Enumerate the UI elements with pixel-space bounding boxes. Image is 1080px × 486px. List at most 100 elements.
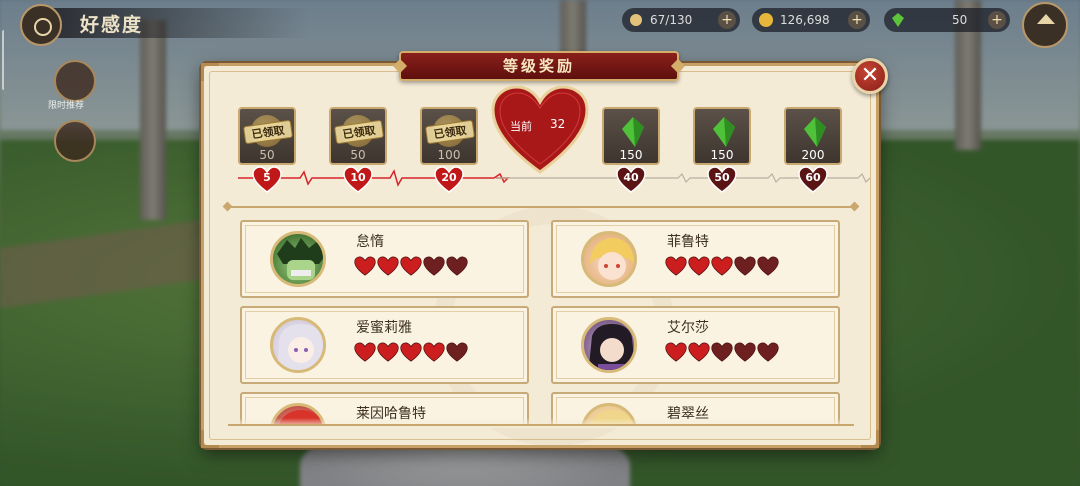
avatar: [270, 317, 326, 373]
gold-value: 126,698: [780, 13, 830, 27]
claimed-stamp: 已领取: [333, 119, 385, 145]
back-button[interactable]: [20, 4, 62, 46]
affection-hearts: [354, 256, 469, 278]
portrait-silver-hair: [277, 324, 323, 370]
affection-hearts: [354, 342, 469, 364]
frame-corner: [201, 63, 219, 81]
character-card[interactable]: 艾尔莎: [551, 306, 840, 384]
character-card[interactable]: 菲鲁特: [551, 220, 840, 298]
reward-slot-5[interactable]: 150: [693, 107, 751, 165]
reward-slot-1[interactable]: 已领取 50: [238, 107, 296, 165]
heart-filled-icon: [688, 256, 710, 276]
affection-hearts: [665, 256, 780, 278]
heart-filled-icon: [377, 256, 399, 276]
heart-filled-icon: [400, 342, 422, 362]
edge-swipe-indicator: [2, 30, 6, 90]
portrait-dark-hair: [588, 324, 634, 370]
level-marker-60: 60: [798, 166, 828, 193]
portrait-blonde-girl: [590, 238, 634, 280]
character-list[interactable]: 怠惰 菲鲁特 爱蜜莉雅 艾尔莎 莱因哈鲁特 碧翠丝: [232, 214, 852, 424]
reward-slot-4[interactable]: 150: [602, 107, 660, 165]
reward-slot-6[interactable]: 200: [784, 107, 842, 165]
claimed-stamp: 已领取: [424, 119, 476, 145]
character-card[interactable]: 爱蜜莉雅: [240, 306, 529, 384]
stamina-counter: 67/130 +: [622, 8, 740, 32]
level-marker-40: 40: [616, 166, 646, 193]
close-button[interactable]: ✕: [852, 58, 888, 94]
add-stamina-button[interactable]: +: [718, 11, 736, 29]
heart-empty-icon: [734, 342, 756, 362]
character-name: 艾尔莎: [667, 320, 709, 336]
event-label: 限时推荐: [48, 101, 85, 111]
heart-filled-icon: [423, 342, 445, 362]
heart-filled-icon: [354, 342, 376, 362]
level-number: 40: [623, 171, 639, 184]
add-crystal-button[interactable]: +: [988, 11, 1006, 29]
reward-amount: 150: [619, 148, 643, 162]
gold-icon: [759, 13, 773, 27]
reward-amount: 150: [710, 148, 734, 162]
heart-filled-icon: [377, 342, 399, 362]
heart-empty-icon: [446, 256, 468, 276]
reward-amount: 200: [801, 148, 825, 162]
green-crystal-icon: [804, 117, 826, 147]
frame-corner: [861, 430, 879, 448]
character-card[interactable]: 怠惰: [240, 220, 529, 298]
heart-empty-icon: [757, 256, 779, 276]
level-number: 20: [441, 171, 457, 184]
event-icon[interactable]: [54, 60, 96, 102]
avatar: [581, 317, 637, 373]
current-label: 当前: [510, 120, 532, 133]
heart-empty-icon: [734, 256, 756, 276]
level-number: 60: [805, 171, 821, 184]
heart-empty-icon: [446, 342, 468, 362]
level-number: 10: [350, 171, 366, 184]
stamina-icon: [630, 14, 642, 26]
reward-amount: 100: [437, 148, 461, 162]
portrait-green-hair: [277, 238, 323, 280]
level-marker-50: 50: [707, 166, 737, 193]
locked-icon[interactable]: [54, 120, 96, 162]
dialog-title: 等级奖励: [399, 51, 679, 81]
current-level-heart: 当前 32: [490, 84, 590, 176]
gold-counter: 126,698 +: [752, 8, 870, 32]
screen-title: 好感度: [80, 14, 144, 36]
green-crystal-icon: [892, 13, 904, 27]
character-name: 爱蜜莉雅: [356, 320, 412, 336]
avatar: [270, 231, 326, 287]
heart-filled-icon: [688, 342, 710, 362]
list-fade: [228, 418, 854, 428]
avatar: [581, 231, 637, 287]
stamina-value: 67/130: [650, 13, 693, 27]
character-name: 菲鲁特: [667, 234, 709, 250]
big-heart-icon: [491, 85, 589, 174]
green-crystal-icon: [622, 117, 644, 147]
reward-slot-2[interactable]: 已领取 50: [329, 107, 387, 165]
heart-filled-icon: [665, 342, 687, 362]
reward-slot-3[interactable]: 已领取 100: [420, 107, 478, 165]
reward-amount: 50: [350, 148, 366, 162]
heart-filled-icon: [711, 256, 733, 276]
level-number: 5: [263, 171, 271, 184]
level-marker-5: 5: [252, 166, 282, 193]
level-number: 50: [714, 171, 730, 184]
heart-empty-icon: [711, 342, 733, 362]
level-marker-10: 10: [343, 166, 373, 193]
add-gold-button[interactable]: +: [848, 11, 866, 29]
heart-empty-icon: [423, 256, 445, 276]
home-button[interactable]: [1022, 2, 1068, 48]
current-value: 32: [550, 117, 566, 131]
frame-corner: [201, 430, 219, 448]
claimed-stamp: 已领取: [242, 119, 294, 145]
section-divider: [228, 206, 854, 208]
crystal-value: 50: [952, 13, 968, 27]
heart-filled-icon: [354, 256, 376, 276]
reward-amount: 50: [259, 148, 275, 162]
heart-filled-icon: [400, 256, 422, 276]
bottom-divider: [228, 424, 854, 426]
heart-empty-icon: [757, 342, 779, 362]
crystal-counter: 50 +: [884, 8, 1010, 32]
character-name: 怠惰: [356, 234, 384, 250]
heart-filled-icon: [665, 256, 687, 276]
level-marker-20: 20: [434, 166, 464, 193]
